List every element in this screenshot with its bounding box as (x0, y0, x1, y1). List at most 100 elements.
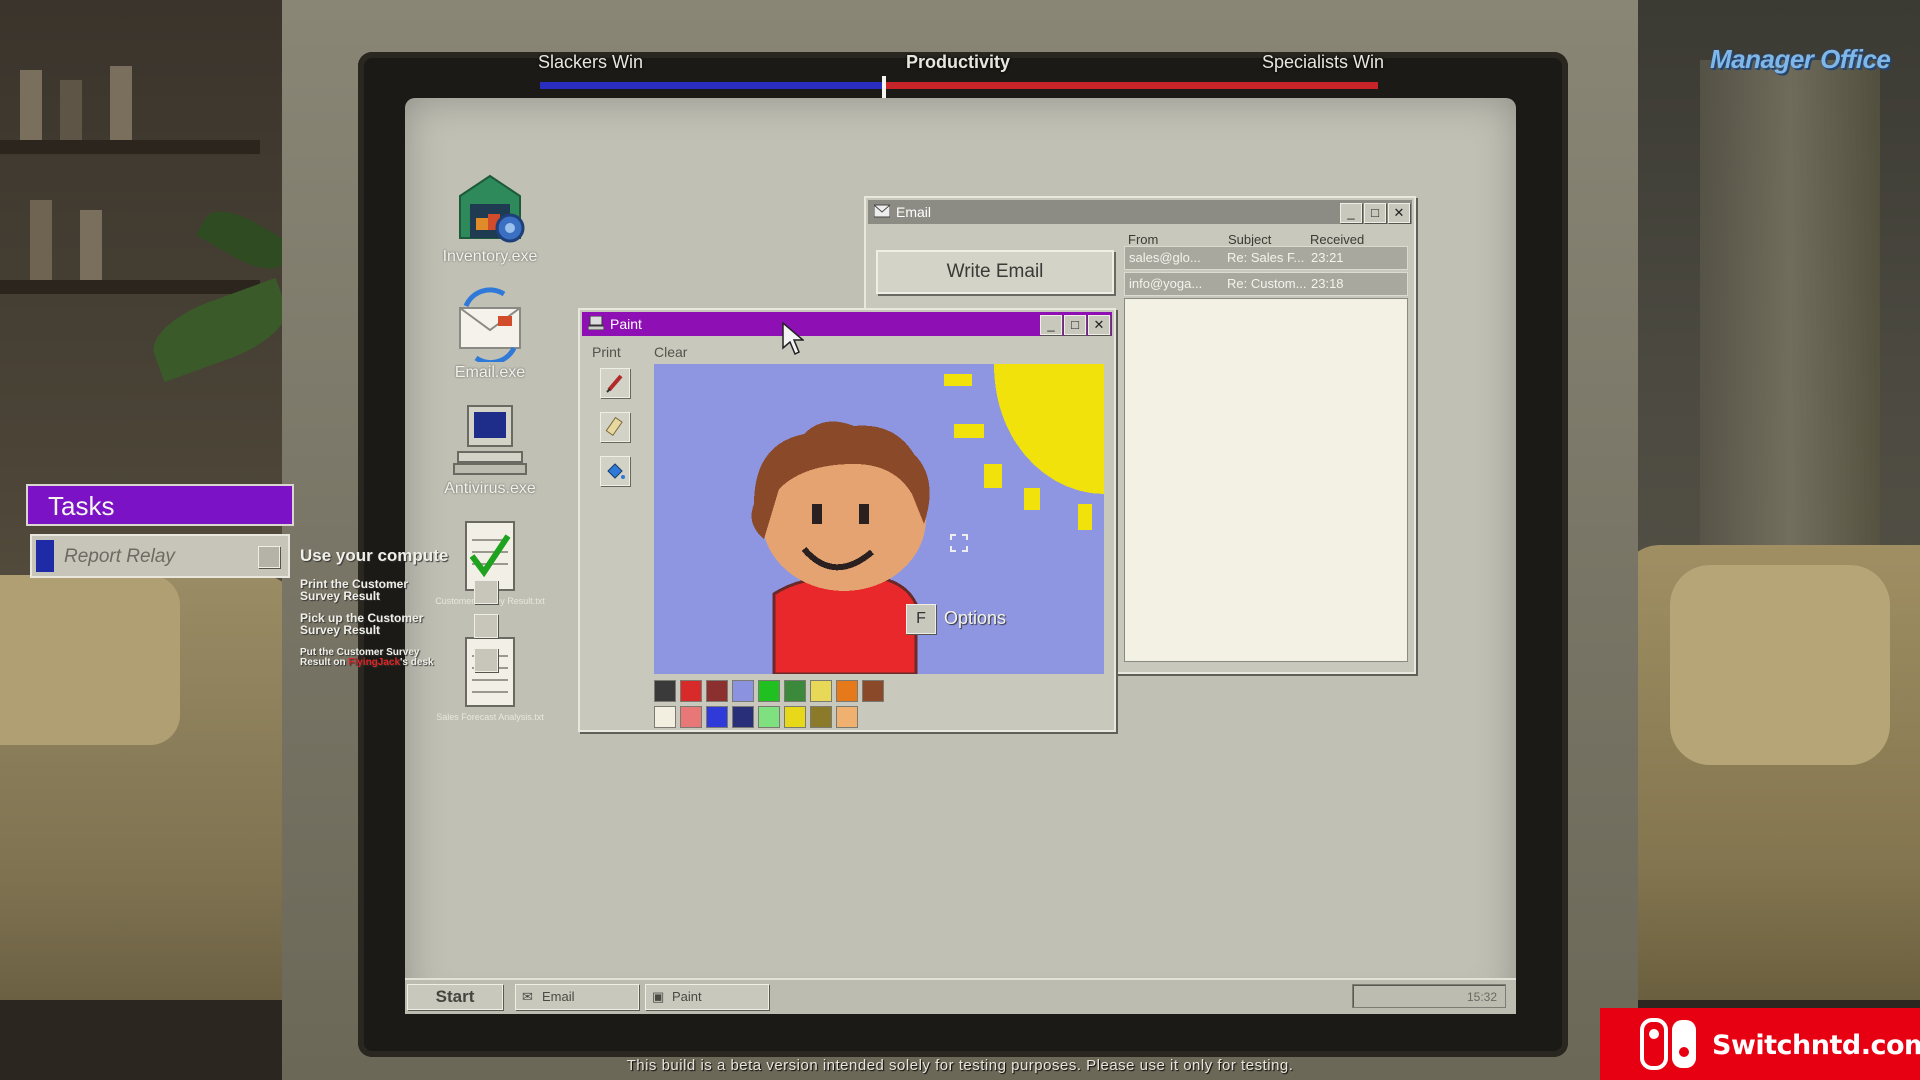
book (80, 210, 102, 280)
productivity-bar-slackers (540, 82, 884, 89)
color-swatch[interactable] (784, 680, 806, 702)
desktop-icon-email[interactable]: Email.exe (430, 286, 550, 382)
envelope-icon: ✉ (522, 989, 533, 1004)
taskbar-paint-label: Paint (672, 989, 702, 1004)
computer-icon (452, 402, 528, 478)
paint-window-title: Paint (610, 316, 642, 332)
warehouse-gear-icon (452, 170, 528, 246)
watermark-text: Switchntd.com (1712, 1030, 1920, 1061)
color-swatch[interactable] (654, 706, 676, 728)
desktop-icon-label: Inventory.exe (442, 248, 538, 265)
task-step-1-checkbox (474, 580, 498, 604)
productivity-label: Productivity (906, 52, 1011, 72)
plant-leaf (196, 200, 294, 280)
watermark-banner: Switchntd.com (1600, 1008, 1920, 1080)
options-label: Options (944, 608, 1007, 628)
paint-window: Paint _ □ ✕ Print Clear (578, 308, 1116, 732)
color-swatch[interactable] (784, 706, 806, 728)
productivity-bar (540, 76, 1378, 98)
productivity-bar-specialists (884, 82, 1378, 89)
email-subject: Re: Custom... (1227, 276, 1307, 291)
close-button[interactable]: ✕ (1388, 203, 1410, 223)
maximize-button[interactable]: □ (1064, 315, 1086, 335)
task-instruction: Use your compute (300, 546, 449, 565)
color-swatch[interactable] (862, 680, 884, 702)
fill-icon[interactable] (600, 456, 630, 486)
column-header-from: From (1128, 232, 1159, 247)
taskbar-paint-button[interactable]: ▣ Paint (645, 984, 769, 1010)
eraser-icon[interactable] (600, 412, 630, 442)
minimize-button[interactable]: _ (1040, 315, 1062, 335)
location-title: Manager Office (1710, 44, 1891, 74)
email-preview-pane (1124, 298, 1408, 662)
email-row[interactable]: info@yoga... Re: Custom... 23:18 (1124, 272, 1408, 296)
email-list: From Subject Received sales@glo... Re: S… (1124, 232, 1408, 662)
pencil-icon[interactable] (600, 368, 630, 398)
menu-print[interactable]: Print (592, 344, 621, 360)
desktop-icon-label: Antivirus.exe (444, 480, 536, 497)
curtain (1700, 60, 1880, 600)
color-swatch[interactable] (758, 706, 780, 728)
book (30, 200, 52, 280)
email-row[interactable]: sales@glo... Re: Sales F... 23:21 (1124, 246, 1408, 270)
column-header-received: Received (1310, 232, 1365, 247)
color-swatch[interactable] (654, 680, 676, 702)
book (110, 66, 132, 140)
minimize-button[interactable]: _ (1340, 203, 1362, 223)
task-checkbox[interactable] (258, 546, 280, 568)
email-received: 23:21 (1311, 250, 1344, 265)
start-button[interactable]: Start (407, 984, 503, 1010)
close-button[interactable]: ✕ (1088, 315, 1110, 335)
color-swatch[interactable] (706, 680, 728, 702)
email-from: sales@glo... (1129, 250, 1201, 265)
task-item-report-relay[interactable]: Report Relay (30, 534, 290, 578)
paint-canvas[interactable] (654, 364, 1104, 674)
taskbar-clock: 15:32 (1352, 984, 1506, 1008)
envelope-icon (873, 204, 891, 218)
color-swatch[interactable] (836, 680, 858, 702)
color-swatch[interactable] (680, 680, 702, 702)
task-step-2: Pick up the Customer Survey Result (300, 611, 424, 637)
color-swatch[interactable] (758, 680, 780, 702)
email-from: info@yoga... (1129, 276, 1203, 291)
desktop-icon-label: Sales Forecast Analysis.txt (436, 712, 544, 722)
tasks-header: Tasks (26, 484, 294, 526)
desktop-icon-label: Email.exe (454, 364, 526, 381)
task-item-label: Report Relay (64, 546, 175, 567)
desktop-icon-inventory[interactable]: Inventory.exe (430, 170, 550, 266)
paint-titlebar[interactable]: Paint _ □ ✕ (582, 312, 1112, 336)
envelope-sync-icon (452, 286, 528, 366)
mouse-cursor-icon (782, 321, 806, 361)
email-received: 23:18 (1311, 276, 1344, 291)
task-step-1: Print the Customer Survey Result (300, 577, 409, 603)
bookshelf (0, 140, 260, 154)
write-email-button[interactable]: Write Email (876, 250, 1114, 294)
task-step-3-player: FlyingJack (348, 657, 401, 668)
email-titlebar[interactable]: Email _ □ ✕ (868, 200, 1412, 224)
color-swatch[interactable] (732, 706, 754, 728)
color-swatch[interactable] (810, 680, 832, 702)
task-step-3-checkbox (474, 648, 498, 672)
taskbar-email-button[interactable]: ✉ Email (515, 984, 639, 1010)
menu-clear[interactable]: Clear (654, 344, 687, 360)
bookshelf (0, 280, 260, 294)
slackers-win-label: Slackers Win (538, 52, 644, 72)
maximize-button[interactable]: □ (1364, 203, 1386, 223)
taskbar-email-label: Email (542, 989, 575, 1004)
color-swatch[interactable] (706, 706, 728, 728)
switch-logo-icon (1640, 1018, 1698, 1070)
crosshair-icon (950, 534, 968, 552)
color-swatch[interactable] (810, 706, 832, 728)
color-swatch[interactable] (836, 706, 858, 728)
color-swatch[interactable] (680, 706, 702, 728)
task-step-3-suffix: 's desk (400, 657, 434, 668)
productivity-marker (882, 76, 886, 98)
desktop-icon-antivirus[interactable]: Antivirus.exe (430, 402, 550, 498)
email-window-title: Email (896, 204, 932, 220)
task-step-3: Put the Customer Survey Result on Flying… (300, 648, 450, 668)
color-swatch[interactable] (732, 680, 754, 702)
tasks-panel: Tasks Report Relay (26, 484, 294, 584)
computer-small-icon (587, 315, 605, 331)
notepad-icon (452, 634, 528, 710)
book (20, 70, 42, 140)
